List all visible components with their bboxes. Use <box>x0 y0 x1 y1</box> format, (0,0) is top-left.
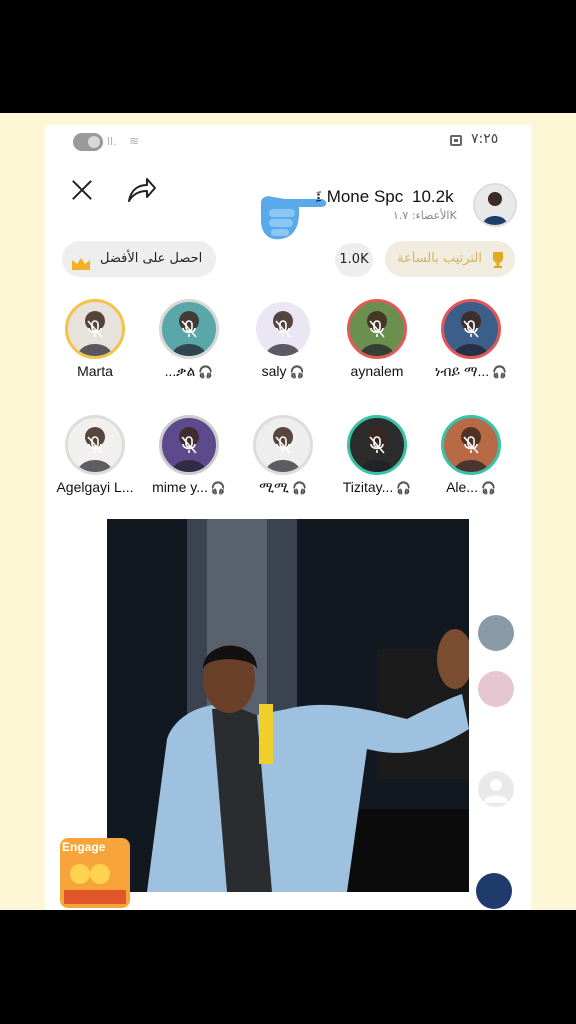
mic-seat[interactable]: saly 🎧 <box>239 299 327 399</box>
get-best-button[interactable]: احصل على الأفضل <box>62 241 216 277</box>
seat-name: Tizitay... 🎧 <box>333 479 421 495</box>
seat-name: Marta <box>51 363 139 379</box>
get-best-label: احصل على الأفضل <box>100 251 203 266</box>
muted-mic-icon <box>366 434 388 456</box>
seat-name: Agelgayi L... <box>51 479 139 495</box>
phone-screen: ll. ≋ ٧:٢٥ ፤ Mone Spc 10.2k الأعضاء: ١.٧… <box>45 125 531 910</box>
clock: ٧:٢٥ <box>471 131 499 147</box>
muted-mic-icon <box>178 318 200 340</box>
muted-mic-icon <box>84 318 106 340</box>
mic-seat[interactable]: ነብይ ማ... 🎧 <box>427 299 515 399</box>
mic-seat[interactable]: aynalem <box>333 299 421 399</box>
share-icon[interactable] <box>125 175 157 205</box>
headphone-icon: 🎧 <box>210 481 226 495</box>
seat-name-text: Ale... <box>446 479 478 495</box>
mic-seat[interactable]: ሚሚ 🎧 <box>239 415 327 515</box>
seat-name-text: mime y... <box>152 479 208 495</box>
mic-seat[interactable]: Tizitay... 🎧 <box>333 415 421 515</box>
room-header: ፤ Mone Spc 10.2k الأعضاء: ١.٧K <box>45 167 531 240</box>
headphone-icon: 🎧 <box>289 365 305 379</box>
room-title[interactable]: ፤ Mone Spc 10.2k <box>315 187 454 207</box>
seat-name-text: Agelgayi L... <box>56 479 134 495</box>
app-frame: ll. ≋ ٧:٢٥ ፤ Mone Spc 10.2k الأعضاء: ١.٧… <box>0 113 576 910</box>
screen-record-icon <box>450 135 462 146</box>
seat-name-text: ...ቃል <box>164 363 196 379</box>
mic-seat[interactable]: mime y... 🎧 <box>145 415 233 515</box>
close-icon[interactable] <box>69 177 95 203</box>
headphone-icon: 🎧 <box>480 481 496 495</box>
seat-name: aynalem <box>333 363 421 379</box>
seat-name: ሚሚ 🎧 <box>239 479 327 496</box>
engage-banner[interactable]: Engage <box>60 838 130 908</box>
crown-icon <box>70 251 92 287</box>
seat-name: Ale... 🎧 <box>427 479 515 495</box>
muted-mic-icon <box>272 434 294 456</box>
hourly-rank-button[interactable]: الترتيب بالساعة <box>385 241 515 277</box>
stage-image <box>107 519 469 892</box>
mic-seat[interactable]: Ale... 🎧 <box>427 415 515 515</box>
muted-mic-icon <box>178 434 200 456</box>
signal-icon: ll. <box>107 135 117 148</box>
mic-seat[interactable]: ...ቃል 🎧 <box>145 299 233 399</box>
side-avatar-1[interactable] <box>478 615 514 651</box>
room-score: 10.2k <box>411 187 454 206</box>
room-name: ፤ Mone Spc <box>315 187 404 206</box>
seat-name: ...ቃል 🎧 <box>145 363 233 380</box>
mic-seat[interactable]: Marta <box>51 299 139 399</box>
count-badge[interactable]: 1.0K <box>335 243 373 277</box>
side-avatar-3[interactable] <box>478 771 514 807</box>
seat-name-text: ነብይ ማ... <box>434 363 490 379</box>
room-avatar[interactable] <box>473 183 517 227</box>
muted-mic-icon <box>460 318 482 340</box>
seat-name: ነብይ ማ... 🎧 <box>427 363 515 380</box>
side-avatar-4[interactable] <box>476 873 512 909</box>
muted-mic-icon <box>84 434 106 456</box>
headphone-icon: 🎧 <box>396 481 412 495</box>
muted-mic-icon <box>366 318 388 340</box>
wifi-icon: ≋ <box>129 134 140 148</box>
muted-mic-icon <box>272 318 294 340</box>
hourly-rank-label: الترتيب بالساعة <box>397 251 482 266</box>
seat-name-text: aynalem <box>350 363 404 379</box>
seat-name: saly 🎧 <box>239 363 327 379</box>
status-bar: ll. ≋ ٧:٢٥ <box>45 125 531 161</box>
seat-name: mime y... 🎧 <box>145 479 233 495</box>
trophy-icon <box>488 249 508 285</box>
mic-seat[interactable]: Agelgayi L... <box>51 415 139 515</box>
seat-name-text: Tizitay... <box>342 479 394 495</box>
headphone-icon: 🎧 <box>291 481 307 495</box>
seat-name-text: Marta <box>77 363 113 379</box>
seat-name-text: ሚሚ <box>259 479 289 495</box>
seat-name-text: saly <box>261 363 287 379</box>
members-count: الأعضاء: ١.٧K <box>393 209 457 222</box>
toggle-icon <box>73 133 103 151</box>
side-avatar-2[interactable] <box>478 671 514 707</box>
headphone-icon: 🎧 <box>198 365 214 379</box>
muted-mic-icon <box>460 434 482 456</box>
headphone-icon: 🎧 <box>492 365 508 379</box>
